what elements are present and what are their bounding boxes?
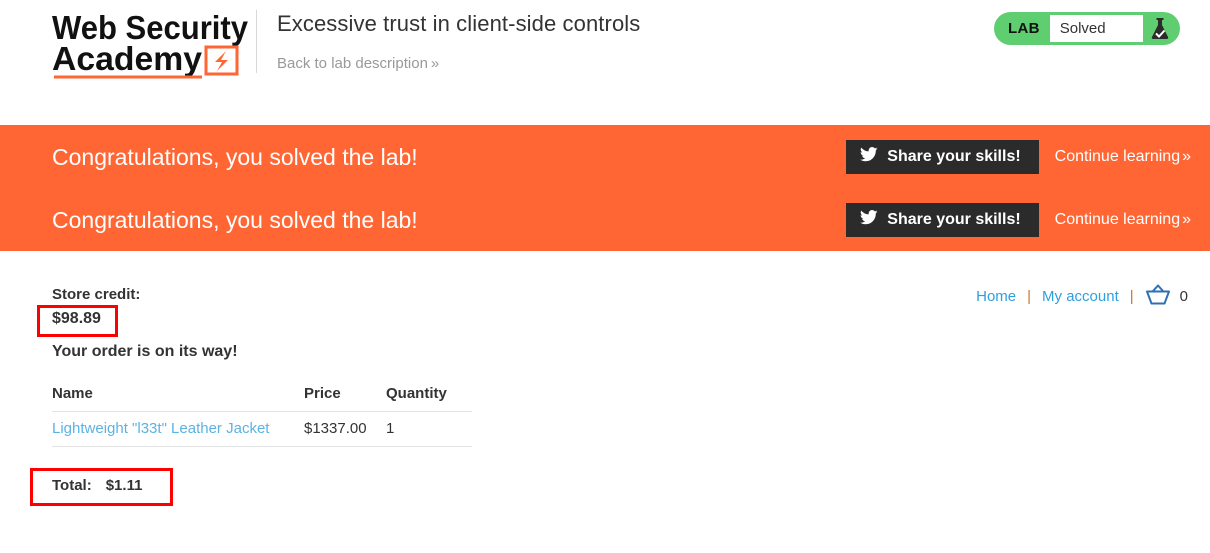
lab-solved-banner-2: Congratulations, you solved the lab! Sha… — [0, 188, 1210, 251]
order-total-row: Total: $1.11 — [52, 476, 142, 496]
chevron-right-icon: » — [1182, 210, 1191, 228]
twitter-bird-icon — [860, 146, 878, 167]
flask-icon-artwork — [1151, 17, 1169, 39]
continue-learning-link[interactable]: Continue learning» — [1054, 210, 1191, 229]
nav-home-link[interactable]: Home — [976, 288, 1016, 305]
cart-item-count: 0 — [1179, 288, 1188, 305]
banner-actions: Share your skills! Continue learning» — [846, 202, 1191, 237]
academy-header: Web Security Academy Excessive trust in … — [0, 0, 1210, 125]
share-your-skills-button[interactable]: Share your skills! — [846, 139, 1039, 174]
twitter-bird-artwork — [860, 209, 878, 224]
order-status-heading: Your order is on its way! — [52, 343, 238, 360]
banner-actions: Share your skills! Continue learning» — [846, 139, 1191, 174]
banner-message: Congratulations, you solved the lab! — [52, 206, 418, 233]
order-table: Name Price Quantity Lightweight "l33t" L… — [52, 385, 472, 447]
basket-icon-artwork — [1145, 284, 1170, 305]
lab-status-value: Solved — [1049, 15, 1143, 42]
share-button-label: Share your skills! — [887, 210, 1021, 228]
academy-header-inner: Web Security Academy Excessive trust in … — [0, 0, 1210, 125]
back-link-label: Back to lab description — [277, 55, 428, 72]
nav-my-account-link[interactable]: My account — [1042, 288, 1119, 305]
lightning-bolt-icon — [215, 51, 228, 71]
cell-product-price: $1337.00 — [304, 411, 386, 447]
shopping-basket-icon[interactable] — [1145, 284, 1171, 309]
table-row: Lightweight "l33t" Leather Jacket $1337.… — [52, 411, 472, 447]
total-label: Total: — [52, 477, 92, 494]
continue-learning-link[interactable]: Continue learning» — [1054, 147, 1191, 166]
lab-status-widget[interactable]: LAB Solved — [994, 12, 1180, 45]
lab-solved-banner-1: Congratulations, you solved the lab! Sha… — [0, 125, 1210, 188]
web-security-academy-logo[interactable]: Web Security Academy — [52, 6, 256, 80]
chevron-right-icon: » — [430, 55, 439, 72]
lab-title-block: Excessive trust in client-side controls … — [257, 6, 994, 74]
flask-solved-icon — [1143, 15, 1177, 42]
back-to-lab-description-link[interactable]: Back to lab description» — [277, 54, 439, 74]
nav-separator: | — [1129, 288, 1134, 305]
product-link[interactable]: Lightweight "l33t" Leather Jacket — [52, 420, 269, 437]
banner-message: Congratulations, you solved the lab! — [52, 143, 418, 170]
shop-content: Home | My account | 0 Store credit: $98.… — [0, 251, 1210, 496]
continue-link-label: Continue learning — [1054, 147, 1181, 165]
cell-product-quantity: 1 — [386, 411, 472, 447]
twitter-bird-icon — [860, 209, 878, 230]
lab-status-tag: LAB — [1008, 20, 1040, 37]
shop-navigation: Home | My account | 0 — [976, 284, 1188, 309]
store-credit-value: $98.89 — [52, 310, 101, 327]
table-header-row: Name Price Quantity — [52, 385, 472, 412]
total-value: $1.11 — [105, 477, 143, 494]
logo-artwork: Web Security Academy — [52, 9, 249, 79]
continue-link-label: Continue learning — [1054, 210, 1181, 228]
lab-solved-banner-stack: Congratulations, you solved the lab! Sha… — [0, 125, 1210, 251]
logo-line2-text: Academy — [52, 40, 203, 77]
order-table-body: Lightweight "l33t" Leather Jacket $1337.… — [52, 411, 472, 447]
order-table-head: Name Price Quantity — [52, 385, 472, 412]
share-button-label: Share your skills! — [887, 147, 1021, 165]
twitter-bird-artwork — [860, 146, 878, 161]
page-title: Excessive trust in client-side controls — [277, 11, 641, 36]
column-header-name: Name — [52, 385, 304, 412]
cell-product-name: Lightweight "l33t" Leather Jacket — [52, 411, 304, 447]
column-header-quantity: Quantity — [386, 385, 472, 412]
chevron-right-icon: » — [1182, 147, 1191, 165]
share-your-skills-button[interactable]: Share your skills! — [846, 202, 1039, 237]
column-header-price: Price — [304, 385, 386, 412]
nav-separator: | — [1027, 288, 1032, 305]
